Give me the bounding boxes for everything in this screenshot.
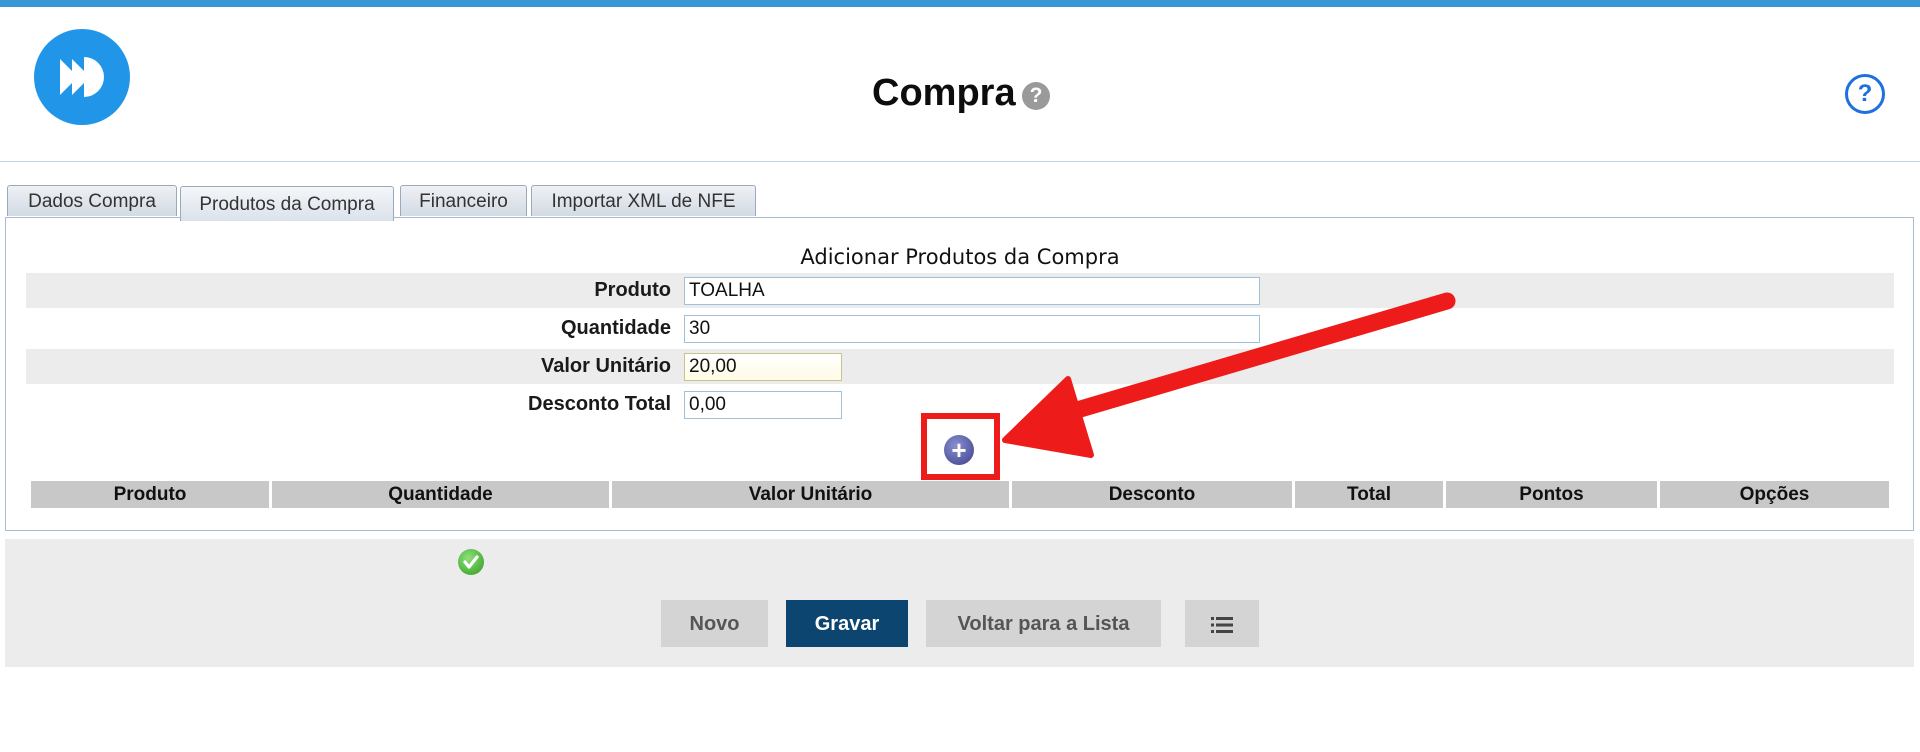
tab-importar-xml-nfe[interactable]: Importar XML de NFE — [531, 185, 756, 216]
highlight-box-annotation — [921, 413, 1000, 480]
header-divider — [0, 161, 1920, 162]
quantidade-label: Quantidade — [560, 317, 671, 339]
check-icon — [458, 549, 484, 575]
desconto-total-label: Desconto Total — [528, 393, 671, 415]
page-title: Compra — [872, 72, 1016, 114]
title-help-icon[interactable]: ? — [1022, 82, 1050, 110]
col-produto: Produto — [31, 481, 269, 508]
col-opcoes: Opções — [1660, 481, 1889, 508]
form-row-quantidade: Quantidade — [26, 311, 1894, 346]
tab-financeiro[interactable]: Financeiro — [400, 185, 527, 216]
col-desconto: Desconto — [1012, 481, 1292, 508]
col-quantidade: Quantidade — [272, 481, 609, 508]
app-logo[interactable] — [34, 29, 130, 125]
tab-produtos-da-compra[interactable]: Produtos da Compra — [180, 186, 394, 221]
valor-unitario-label: Valor Unitário — [540, 355, 671, 377]
list-icon — [1211, 616, 1233, 633]
fast-forward-icon — [60, 57, 104, 97]
quantidade-input[interactable] — [684, 315, 1260, 343]
gravar-button[interactable]: Gravar — [786, 600, 908, 647]
form-row-valor-unitario: Valor Unitário — [26, 349, 1894, 384]
top-accent-bar — [0, 0, 1920, 7]
form-row-produto: Produto — [26, 273, 1894, 308]
produto-input[interactable] — [684, 277, 1260, 305]
novo-button[interactable]: Novo — [661, 600, 768, 647]
col-valor-unitario: Valor Unitário — [612, 481, 1009, 508]
form-title: Adicionar Produtos da Compra — [800, 245, 1120, 269]
tab-dados-compra[interactable]: Dados Compra — [7, 185, 177, 216]
col-total: Total — [1295, 481, 1443, 508]
voltar-para-lista-button[interactable]: Voltar para a Lista — [926, 600, 1161, 647]
col-pontos: Pontos — [1446, 481, 1657, 508]
list-view-button[interactable] — [1185, 600, 1259, 647]
help-button[interactable]: ? — [1845, 74, 1885, 114]
desconto-total-input[interactable] — [684, 391, 842, 419]
produto-label: Produto — [594, 279, 671, 301]
valor-unitario-input[interactable] — [684, 353, 842, 381]
